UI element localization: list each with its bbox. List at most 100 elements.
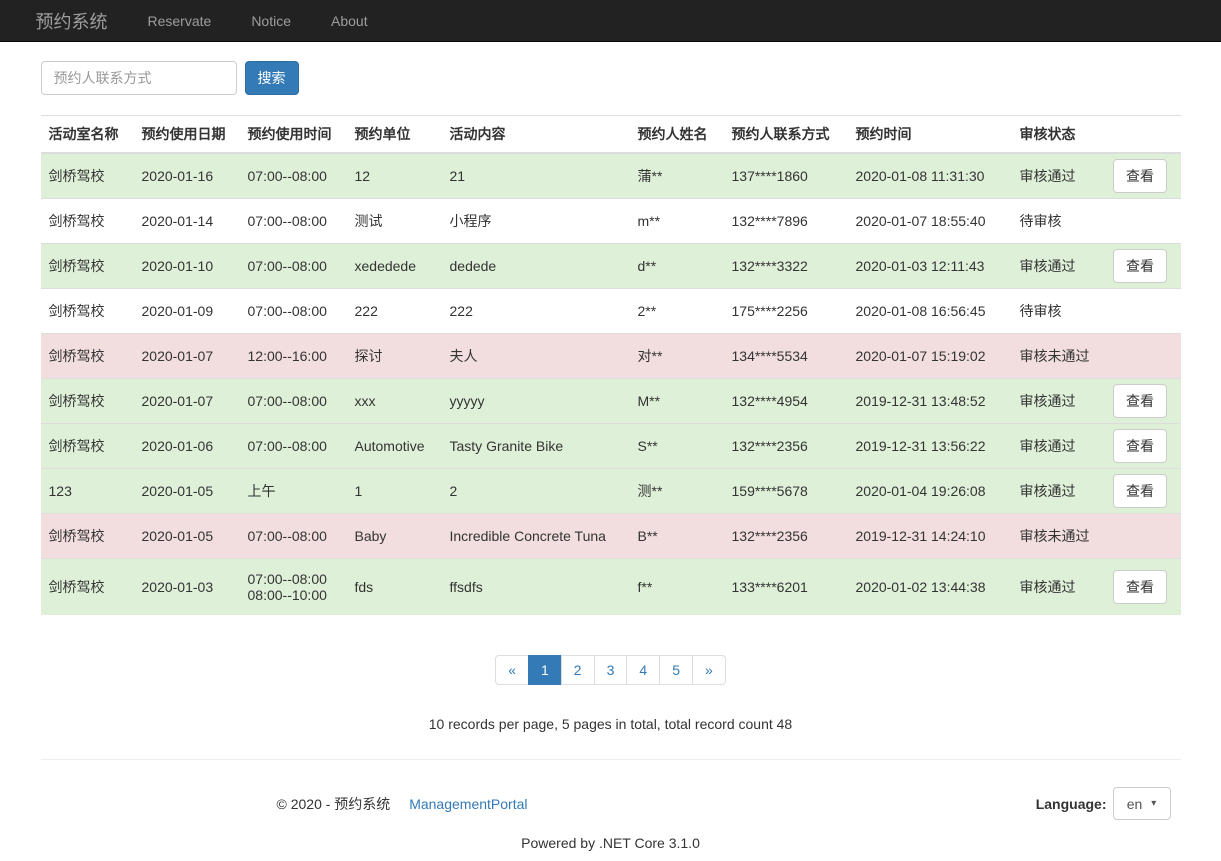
table-header-row: 活动室名称 预约使用日期 预约使用时间 预约单位 活动内容 预约人姓名 预约人联… — [40, 115, 1181, 154]
cell-phone: 132****4954 — [723, 378, 848, 424]
cell-created: 2020-01-04 19:26:08 — [847, 468, 1012, 514]
table-row: 剑桥驾校 2020-01-03 07:00--08:00 08:00--10:0… — [40, 558, 1181, 615]
col-header-time: 预约使用时间 — [239, 115, 347, 154]
cell-name: S** — [629, 423, 724, 469]
cell-time: 07:00--08:00 — [239, 288, 347, 334]
cell-created: 2020-01-02 13:44:38 — [847, 558, 1012, 615]
cell-unit: Baby — [346, 513, 442, 559]
cell-unit: xedededе — [346, 243, 442, 289]
cell-created: 2019-12-31 13:56:22 — [847, 423, 1012, 469]
search-input[interactable] — [40, 61, 237, 95]
cell-room: 剑桥驾校 — [40, 378, 134, 424]
cell-date: 2020-01-03 — [133, 558, 240, 615]
table-row: 剑桥驾校 2020-01-05 07:00--08:00 Baby Incred… — [40, 513, 1181, 559]
powered-by-text: Powered by .NET Core 3.1.0 — [521, 835, 700, 851]
cell-date: 2020-01-14 — [133, 198, 240, 244]
cell-phone: 133****6201 — [723, 558, 848, 615]
cell-phone: 132****3322 — [723, 243, 848, 289]
table-row: 剑桥驾校 2020-01-07 12:00--16:00 探讨 夫人 对** 1… — [40, 333, 1181, 379]
cell-unit: fds — [346, 558, 442, 615]
pagination-page-4[interactable]: 4 — [626, 655, 661, 685]
cell-content: 21 — [441, 152, 630, 199]
table-row: 剑桥驾校 2020-01-06 07:00--08:00 Automotive … — [40, 423, 1181, 469]
cell-date: 2020-01-07 — [133, 378, 240, 424]
cell-status: 审核通过 — [1011, 378, 1100, 424]
cell-room: 剑桥驾校 — [40, 513, 134, 559]
cell-unit: 测试 — [346, 198, 442, 244]
pagination-page-2[interactable]: 2 — [560, 655, 595, 685]
cell-room: 剑桥驾校 — [40, 152, 134, 199]
cell-phone: 175****2256 — [723, 288, 848, 334]
cell-name: 对** — [629, 333, 724, 379]
cell-name: B** — [629, 513, 724, 559]
cell-content: 小程序 — [441, 198, 630, 244]
table-row: 123 2020-01-05 上午 1 2 测** 159****5678 20… — [40, 468, 1181, 514]
cell-status: 审核通过 — [1011, 152, 1100, 199]
cell-unit: 1 — [346, 468, 442, 514]
col-header-name: 预约人姓名 — [629, 115, 724, 154]
nav-link-reservate[interactable]: Reservate — [133, 13, 227, 29]
col-header-date: 预约使用日期 — [133, 115, 240, 154]
search-button[interactable]: 搜索 — [244, 61, 299, 95]
cell-name: 测** — [629, 468, 724, 514]
copyright-text: © 2020 - 预约系统 — [276, 796, 391, 812]
nav-link-notice[interactable]: Notice — [236, 13, 306, 29]
record-summary: 10 records per page, 5 pages in total, t… — [428, 716, 793, 732]
table-row: 剑桥驾校 2020-01-07 07:00--08:00 xxx yyyyy M… — [40, 378, 1181, 424]
view-button[interactable]: 查看 — [1113, 159, 1167, 193]
pagination-page-5[interactable]: 5 — [659, 655, 693, 685]
cell-content: ffsdfs — [441, 558, 630, 615]
pagination-next[interactable]: » — [691, 655, 726, 685]
cell-content: 222 — [441, 288, 630, 334]
cell-phone: 132****7896 — [723, 198, 848, 244]
view-button[interactable]: 查看 — [1113, 570, 1167, 604]
pagination-prev[interactable]: « — [495, 655, 529, 685]
view-button[interactable]: 查看 — [1113, 384, 1167, 418]
pagination-page-3[interactable]: 3 — [593, 655, 628, 685]
cell-content: dedede — [441, 243, 630, 289]
view-button[interactable]: 查看 — [1113, 249, 1167, 283]
cell-phone: 132****2356 — [723, 513, 848, 559]
cell-room: 剑桥驾校 — [40, 423, 134, 469]
cell-unit: 探讨 — [346, 333, 442, 379]
table-row: 剑桥驾校 2020-01-09 07:00--08:00 222 222 2**… — [40, 288, 1181, 334]
footer-divider — [40, 759, 1181, 760]
cell-time: 12:00--16:00 — [239, 333, 347, 379]
language-select[interactable]: en ▾ — [1112, 787, 1171, 820]
cell-content: Incredible Concrete Tuna — [441, 513, 630, 559]
cell-date: 2020-01-09 — [133, 288, 240, 334]
col-header-unit: 预约单位 — [346, 115, 442, 154]
cell-time: 上午 — [239, 468, 347, 514]
cell-time: 07:00--08:00 — [239, 423, 347, 469]
table-row: 剑桥驾校 2020-01-14 07:00--08:00 测试 小程序 m** … — [40, 198, 1181, 244]
cell-name: 2** — [629, 288, 724, 334]
cell-date: 2020-01-05 — [133, 513, 240, 559]
cell-unit: Automotive — [346, 423, 442, 469]
cell-room: 123 — [40, 468, 134, 514]
cell-date: 2020-01-07 — [133, 333, 240, 379]
col-header-room: 活动室名称 — [40, 115, 134, 154]
cell-phone: 159****5678 — [723, 468, 848, 514]
cell-phone: 134****5534 — [723, 333, 848, 379]
footer: © 2020 - 预约系统 ManagementPortal Language:… — [41, 787, 1181, 821]
col-header-status: 审核状态 — [1011, 115, 1100, 154]
table-row: 剑桥驾校 2020-01-10 07:00--08:00 xedededе de… — [40, 243, 1181, 289]
cell-date: 2020-01-10 — [133, 243, 240, 289]
cell-status: 审核通过 — [1011, 243, 1100, 289]
brand-link[interactable]: 预约系统 — [36, 8, 123, 34]
management-portal-link[interactable]: ManagementPortal — [409, 796, 527, 812]
cell-created: 2020-01-07 18:55:40 — [847, 198, 1012, 244]
pagination-page-1[interactable]: 1 — [528, 655, 562, 685]
cell-name: d** — [629, 243, 724, 289]
cell-status: 审核未通过 — [1011, 513, 1100, 559]
cell-name: f** — [629, 558, 724, 615]
nav-link-about[interactable]: About — [316, 13, 383, 29]
cell-date: 2020-01-05 — [133, 468, 240, 514]
cell-time: 07:00--08:00 — [239, 513, 347, 559]
col-header-phone: 预约人联系方式 — [723, 115, 848, 154]
view-button[interactable]: 查看 — [1113, 429, 1167, 463]
cell-unit: 12 — [346, 152, 442, 199]
view-button[interactable]: 查看 — [1113, 474, 1167, 508]
cell-room: 剑桥驾校 — [40, 558, 134, 615]
cell-unit: 222 — [346, 288, 442, 334]
